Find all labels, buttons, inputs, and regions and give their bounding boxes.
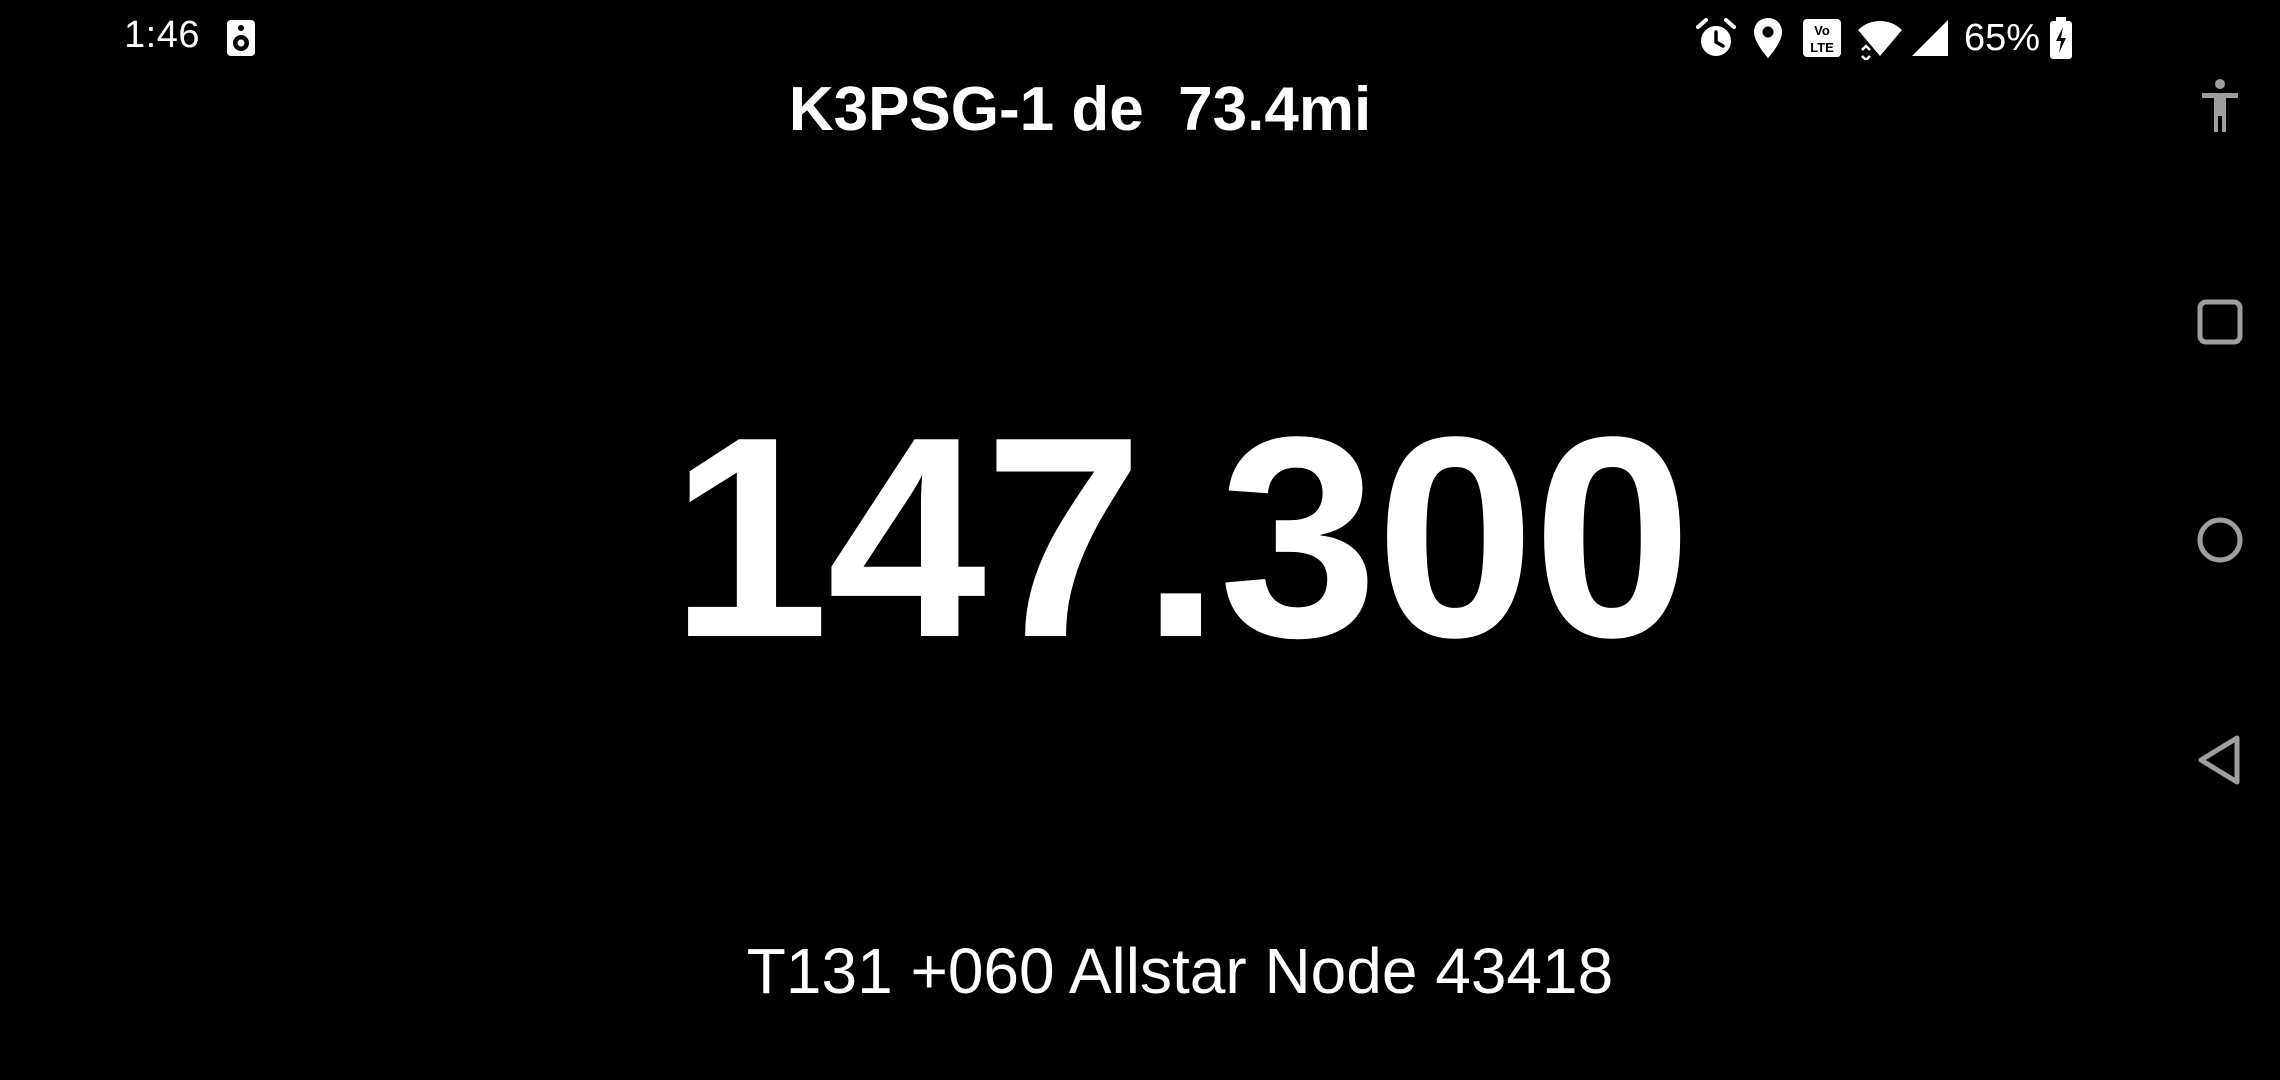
status-time: 1:46 bbox=[124, 14, 200, 56]
screen: 1:46 Vo LTE 65% K3PSG-1 de 73.4mi 147.30… bbox=[0, 0, 2280, 1080]
location-icon bbox=[1754, 18, 1782, 58]
recents-button[interactable] bbox=[2190, 292, 2250, 352]
wifi-icon bbox=[1858, 21, 1902, 60]
navigation-bar bbox=[2160, 0, 2280, 1080]
back-icon bbox=[2198, 735, 2240, 785]
battery-percent: 65% bbox=[1964, 16, 2041, 59]
station-title: K3PSG-1 de 73.4mi bbox=[788, 75, 1372, 144]
cellular-signal-icon bbox=[1912, 20, 1948, 56]
alarm-icon bbox=[1696, 18, 1736, 56]
home-button[interactable] bbox=[2190, 510, 2250, 570]
speaker-icon bbox=[227, 20, 255, 56]
svg-text:Vo: Vo bbox=[1814, 23, 1830, 38]
accessibility-button[interactable] bbox=[2190, 76, 2250, 136]
status-bar: 1:46 Vo LTE 65% bbox=[0, 0, 2160, 76]
accessibility-icon bbox=[2202, 79, 2238, 132]
volte-icon: Vo LTE bbox=[1803, 19, 1841, 57]
frequency-display: 147.300 bbox=[670, 377, 1692, 697]
home-icon bbox=[2197, 517, 2243, 563]
svg-text:LTE: LTE bbox=[1810, 40, 1834, 55]
battery-charging-icon bbox=[2050, 17, 2073, 59]
status-icons: Vo LTE 65% bbox=[1694, 14, 2074, 62]
back-button[interactable] bbox=[2190, 730, 2250, 790]
recents-icon bbox=[2197, 299, 2243, 345]
repeater-details: T131 +060 Allstar Node 43418 bbox=[746, 935, 1614, 1007]
